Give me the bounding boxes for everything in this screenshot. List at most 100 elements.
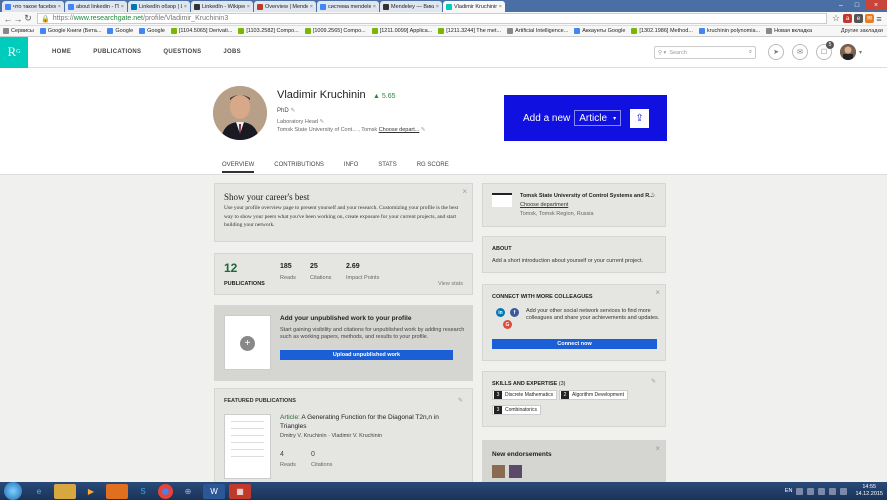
publication-thumbnail[interactable] (224, 414, 271, 479)
close-icon[interactable]: × (655, 444, 660, 453)
edit-pencil-icon[interactable]: ✎ (421, 127, 426, 133)
bookmark-item[interactable]: [1009.2565] Compo... (304, 28, 366, 34)
chevron-down-icon[interactable]: ▾ (859, 49, 862, 56)
mendeley-icon[interactable]: ▦ (229, 483, 251, 499)
search-icon[interactable]: ⌕ (749, 49, 752, 56)
menu-publications[interactable]: PUBLICATIONS (93, 49, 141, 55)
add-new-type-select[interactable]: Article ▾ (574, 110, 622, 126)
url-field[interactable]: 🔒 https://www.researchgate.net/profile/V… (37, 13, 827, 24)
start-button[interactable] (4, 482, 22, 500)
bookmark-item[interactable]: Artificial Intelligence... (507, 28, 568, 34)
bookmark-star-icon[interactable]: ☆ (831, 13, 841, 24)
volume-icon[interactable] (829, 487, 837, 495)
bookmark-item[interactable]: [1302.1986] Method... (631, 28, 693, 34)
browser-tab[interactable]: LinkedIn обзор | LinkedIn× (128, 1, 190, 12)
upload-unpublished-button[interactable]: Upload unpublished work (280, 350, 453, 360)
tray-icon[interactable] (807, 487, 815, 495)
extension-icon[interactable]: ✉ (865, 14, 874, 23)
back-arrow-icon[interactable]: ← (3, 14, 13, 24)
extension-icon[interactable]: a (843, 14, 852, 23)
tab-close-icon[interactable]: × (436, 4, 439, 10)
close-icon[interactable]: × (462, 187, 467, 196)
clock[interactable]: 14:55 14.12.2015 (855, 484, 883, 498)
institution-name[interactable]: Tomsk State University of Control System… (520, 193, 654, 199)
menu-jobs[interactable]: JOBS (223, 49, 241, 55)
choose-department-link[interactable]: Choose department (520, 202, 568, 208)
edit-pencil-icon[interactable]: ✎ (458, 397, 463, 404)
tray-icon[interactable] (796, 487, 804, 495)
language-indicator[interactable]: EN (785, 488, 793, 494)
close-window-icon[interactable]: × (865, 0, 887, 10)
minimize-icon[interactable]: – (833, 0, 849, 10)
media-player-icon[interactable]: ▶ (80, 484, 102, 499)
messages-icon[interactable]: ✉ (792, 44, 808, 60)
browser-tab[interactable]: about linkedin - Поиск в× (65, 1, 127, 12)
tab-close-icon[interactable]: × (499, 4, 502, 10)
bookmark-item[interactable]: [1211.3244] The met... (438, 28, 501, 34)
endorser-avatar[interactable] (492, 465, 505, 478)
close-icon[interactable]: × (655, 288, 660, 297)
forward-arrow-icon[interactable]: → (13, 14, 23, 24)
other-bookmarks[interactable]: Другие закладки (841, 28, 883, 34)
edit-pencil-icon[interactable]: ✎ (651, 378, 656, 385)
tab-stats[interactable]: STATS (378, 162, 396, 173)
tab-close-icon[interactable]: × (310, 4, 313, 10)
bookmark-item[interactable]: kruchinin polynomia... (698, 28, 760, 34)
view-stats-link[interactable]: View stats (438, 281, 463, 287)
bookmark-item[interactable]: Google (139, 28, 165, 34)
compose-icon[interactable]: ➤ (768, 44, 784, 60)
bookmark-item[interactable]: Google Книги (Бета... (39, 28, 101, 34)
rg-logo[interactable]: RG (0, 36, 28, 68)
choose-department-link[interactable]: Choose depart... (379, 127, 420, 133)
about-text[interactable]: Add a short introduction about yourself … (492, 258, 643, 264)
browser-tab[interactable]: LinkedIn - Wikipedia, the× (191, 1, 253, 12)
browser-tab[interactable]: система mendeley - Поис× (317, 1, 379, 12)
article-title-link[interactable]: Article: A Generating Function for the D… (280, 414, 460, 431)
upload-button[interactable]: ⇪ (630, 108, 650, 128)
publications-count[interactable]: 12 (224, 261, 237, 275)
avatar[interactable] (840, 44, 856, 60)
menu-questions[interactable]: QUESTIONS (163, 49, 201, 55)
skill-tag[interactable]: 3 Combinatorics (492, 405, 541, 415)
rg-score-badge[interactable]: ▲ 5.65 (373, 93, 396, 100)
tab-close-icon[interactable]: × (184, 4, 187, 10)
word-icon[interactable]: W (203, 483, 225, 499)
chrome-icon[interactable] (158, 483, 173, 499)
battery-icon[interactable] (840, 487, 848, 495)
profile-photo[interactable] (213, 86, 267, 140)
edit-pencil-icon[interactable]: ✎ (290, 108, 295, 114)
bookmark-item[interactable]: Аккаунты Google (574, 28, 625, 34)
extension-icon[interactable]: e (854, 14, 863, 23)
bookmark-item[interactable]: [1211.0099] Applica... (371, 28, 432, 34)
network-icon[interactable]: ⊕ (177, 484, 199, 499)
skill-tag[interactable]: 2 Algorithm Development (559, 390, 628, 400)
search-input[interactable]: ⚲ ▾ Search ⌕ (654, 46, 756, 59)
browser-tab[interactable]: Overview | Mendeley× (254, 1, 316, 12)
reload-icon[interactable]: ↻ (23, 13, 33, 24)
tab-close-icon[interactable]: × (58, 4, 61, 10)
ie-icon[interactable]: e (28, 484, 50, 499)
tray-icon[interactable] (818, 487, 826, 495)
tab-close-icon[interactable]: × (121, 4, 124, 10)
bookmark-item[interactable]: [1104.5065] Derivati... (170, 28, 232, 34)
browser-tab-active[interactable]: Vladimir Kruchinin × (443, 1, 505, 12)
app-icon[interactable] (106, 483, 128, 499)
bookmark-item[interactable]: Новая вкладка (766, 28, 812, 34)
maximize-icon[interactable]: □ (849, 0, 865, 10)
bookmark-item[interactable]: Сервисы (3, 28, 34, 34)
notifications-icon[interactable]: ☐ 5 (816, 41, 834, 60)
bookmark-item[interactable]: [1103.2582] Compo... (238, 28, 299, 34)
folder-icon[interactable] (54, 483, 76, 499)
endorser-avatar[interactable] (509, 465, 522, 478)
tab-contributions[interactable]: CONTRIBUTIONS (274, 162, 324, 173)
skype-icon[interactable]: S (132, 484, 154, 499)
tab-rg-score[interactable]: RG SCORE (417, 162, 449, 173)
browser-tab[interactable]: Mendeley — Википедия× (380, 1, 442, 12)
skill-tag[interactable]: 3 Discrete Mathematics (492, 390, 558, 400)
bookmark-item[interactable]: Google (107, 28, 133, 34)
browser-tab[interactable]: что такое facebook - Поис× (2, 1, 64, 12)
edit-pencil-icon[interactable]: ✎ (651, 192, 656, 199)
connect-now-button[interactable]: Connect now (492, 339, 657, 349)
menu-home[interactable]: HOME (52, 49, 71, 55)
menu-icon[interactable]: ≡ (874, 14, 884, 24)
